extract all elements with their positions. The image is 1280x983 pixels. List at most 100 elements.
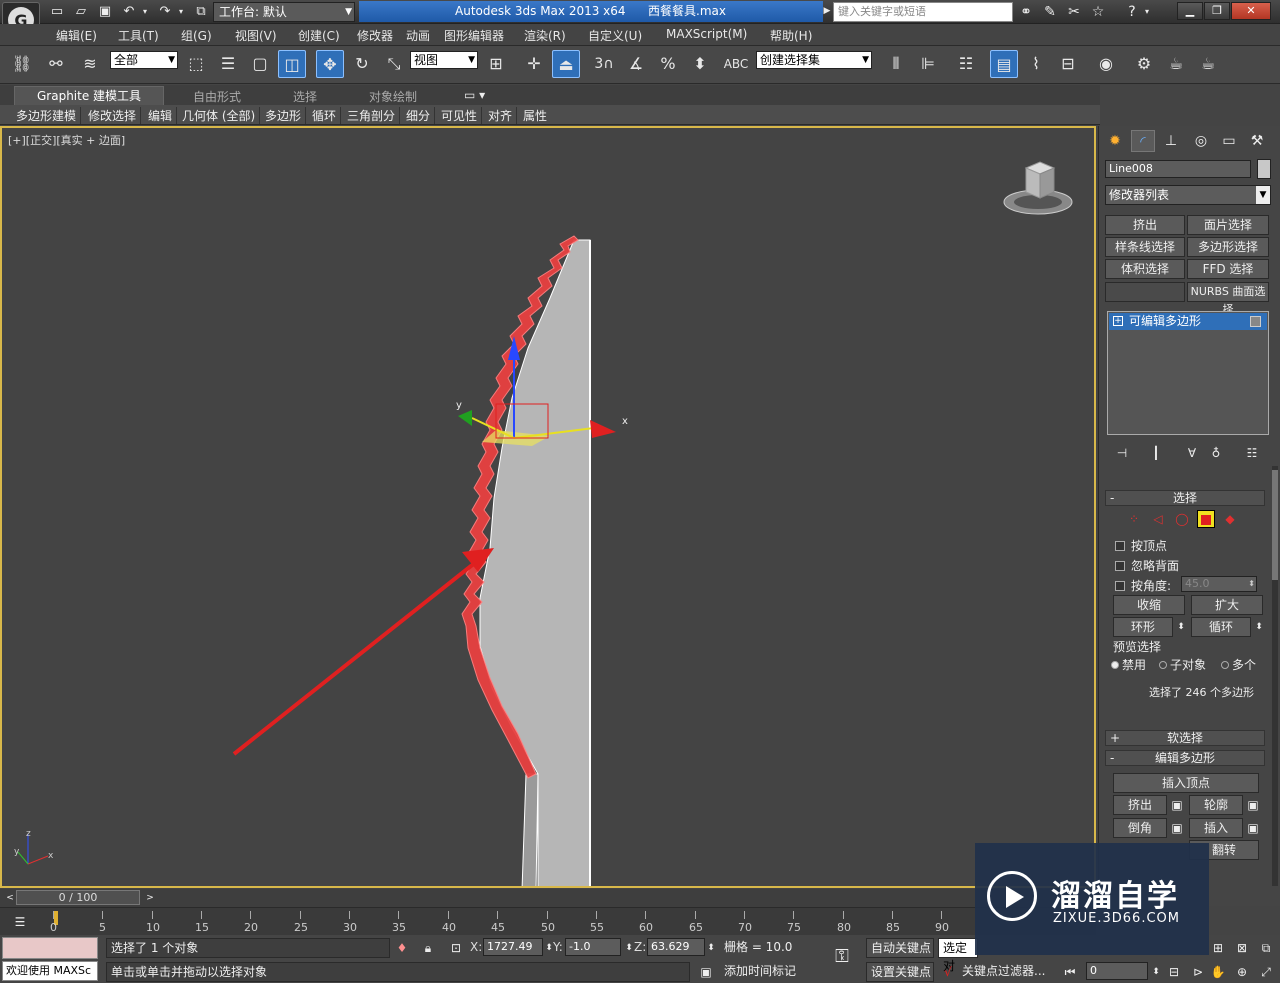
orbit-icon[interactable]: ⊕: [1234, 964, 1250, 980]
maxscript-listener-input[interactable]: [2, 937, 98, 959]
menu-maxscript[interactable]: MAXScript(M): [666, 27, 747, 41]
panel-edit[interactable]: 编辑: [148, 107, 178, 124]
select-object-icon[interactable]: ⬚: [182, 50, 210, 78]
field-of-view-icon[interactable]: ⊳: [1190, 964, 1206, 980]
maxscript-listener-output[interactable]: 欢迎使用 MAXSc: [2, 961, 98, 981]
x-coord-field[interactable]: 1727.49: [483, 938, 543, 956]
menu-create[interactable]: 创建(C): [298, 27, 340, 44]
panel-properties[interactable]: 属性: [523, 107, 551, 124]
menu-edit[interactable]: 编辑(E): [56, 27, 97, 44]
volume-select-button[interactable]: 体积选择: [1105, 259, 1185, 279]
ignore-backfacing-checkbox[interactable]: 忽略背面: [1115, 557, 1179, 574]
select-by-name-icon[interactable]: ☰: [214, 50, 242, 78]
extrude-button[interactable]: 挤出: [1113, 795, 1167, 815]
inset-button[interactable]: 插入: [1189, 818, 1243, 838]
help-dropdown-icon[interactable]: ▾: [1142, 3, 1152, 21]
pan-view-icon[interactable]: ✋: [1210, 964, 1226, 980]
key-filter-curve-icon[interactable]: √: [940, 964, 956, 980]
tab-graphite-modeling[interactable]: Graphite 建模工具: [14, 86, 165, 105]
menu-customize[interactable]: 自定义(U): [588, 27, 642, 44]
selected-set-dropdown[interactable]: 选定对: [938, 938, 978, 973]
select-manipulate-icon[interactable]: ✛: [520, 50, 548, 78]
set-key-button[interactable]: 设置关键点: [866, 962, 934, 982]
menu-graph-editors[interactable]: 图形编辑器: [444, 27, 504, 44]
menu-tools[interactable]: 工具(T): [118, 27, 159, 44]
outline-button[interactable]: 轮廓: [1189, 795, 1243, 815]
ffd-select-button[interactable]: FFD 选择: [1187, 259, 1269, 279]
bevel-settings-icon[interactable]: ▣: [1169, 820, 1185, 836]
empty-modifier-button[interactable]: [1105, 282, 1185, 302]
set-key-icon[interactable]: ⚿: [830, 948, 854, 966]
communication-icon[interactable]: ✂: [1064, 3, 1084, 21]
current-frame-field[interactable]: 0: [1086, 962, 1148, 980]
hierarchy-tab-icon[interactable]: ⊥: [1159, 130, 1183, 152]
time-tag-icon[interactable]: ▣: [698, 964, 714, 980]
viewport-front[interactable]: [+][正交][真实 + 边面] x y z x y: [0, 126, 1096, 888]
selection-rollout-header[interactable]: - 选择: [1105, 490, 1265, 506]
pivot-center-icon[interactable]: ⊞: [482, 50, 510, 78]
spinner-arrows-icon[interactable]: ⬍: [1248, 577, 1255, 591]
nurbs-surface-select-button[interactable]: NURBS 曲面选择: [1187, 282, 1269, 316]
absolute-mode-icon[interactable]: ⊡: [448, 940, 464, 956]
edit-named-selection-icon[interactable]: ABC: [722, 50, 750, 78]
open-file-icon[interactable]: ▱: [72, 3, 90, 20]
menu-animation[interactable]: 动画: [406, 27, 430, 44]
insert-vertex-button[interactable]: 插入顶点: [1113, 773, 1259, 793]
isolate-selection-icon[interactable]: ♦: [394, 940, 410, 956]
command-panel-scrollbar[interactable]: [1272, 466, 1278, 886]
outline-settings-icon[interactable]: ▣: [1245, 797, 1261, 813]
material-editor-icon[interactable]: ◉: [1092, 50, 1120, 78]
project-folder-icon[interactable]: ⧉: [192, 3, 210, 20]
ring-spinner-icon[interactable]: ⬍: [1173, 619, 1189, 635]
object-name-field[interactable]: Line008: [1105, 160, 1251, 178]
selection-lock-icon[interactable]: 🔒︎: [420, 940, 436, 956]
panel-geometry-all[interactable]: 几何体 (全部): [182, 107, 261, 124]
pin-stack-icon[interactable]: ⊣: [1113, 446, 1131, 462]
panel-subdivision[interactable]: 细分: [406, 107, 436, 124]
display-tab-icon[interactable]: ▭: [1217, 130, 1241, 152]
rect-selection-region-icon[interactable]: ▢: [246, 50, 274, 78]
poly-select-button[interactable]: 多边形选择: [1187, 237, 1269, 257]
element-subobject-icon[interactable]: ◆: [1221, 510, 1239, 528]
next-frame-icon[interactable]: >: [142, 890, 158, 906]
redo-icon[interactable]: ↷: [156, 3, 174, 20]
percent-snap-icon[interactable]: %: [654, 50, 682, 78]
mini-curve-editor-icon[interactable]: ☰: [12, 914, 28, 930]
panel-tris[interactable]: 三角剖分: [347, 107, 401, 124]
window-crossing-icon[interactable]: ◫: [278, 50, 306, 78]
preview-disabled-radio[interactable]: 禁用: [1111, 656, 1146, 673]
tab-freeform[interactable]: 自由形式: [193, 88, 241, 105]
angle-spinner[interactable]: 45.0 ⬍: [1181, 576, 1257, 592]
select-and-link-icon[interactable]: ⛓: [8, 50, 36, 78]
z-coord-field[interactable]: 63.629: [647, 938, 705, 956]
scrollbar-thumb[interactable]: [1272, 470, 1278, 580]
schematic-view-icon[interactable]: ⊟: [1054, 50, 1082, 78]
menu-group[interactable]: 组(G): [181, 27, 212, 44]
add-time-tag[interactable]: 添加时间标记: [720, 962, 816, 982]
soft-selection-rollout-header[interactable]: + 软选择: [1105, 730, 1265, 746]
panel-poly-modeling[interactable]: 多边形建模: [16, 107, 82, 124]
zoom-region-icon[interactable]: ⧉: [1258, 940, 1274, 956]
configure-modifier-sets-icon[interactable]: ☷: [1243, 446, 1261, 462]
panel-align[interactable]: 对齐: [488, 107, 518, 124]
zoom-extents-icon[interactable]: ⊞: [1210, 940, 1226, 956]
layer-manager-icon[interactable]: ☷: [952, 50, 980, 78]
y-coord-field[interactable]: -1.0: [565, 938, 621, 956]
minimize-button[interactable]: ▁: [1177, 2, 1203, 20]
binoculars-icon[interactable]: ⚭: [1016, 3, 1036, 21]
time-config-icon[interactable]: ⊟: [1166, 964, 1182, 980]
panel-loops[interactable]: 循环: [312, 107, 342, 124]
grow-button[interactable]: 扩大: [1191, 595, 1263, 615]
maximize-button[interactable]: ❐: [1204, 2, 1230, 20]
search-expand-icon[interactable]: ▶: [822, 3, 832, 20]
workspace-dropdown[interactable]: 工作台: 默认 ▼: [213, 2, 355, 22]
tab-selection[interactable]: 选择: [293, 88, 317, 105]
undo-icon[interactable]: ↶: [120, 3, 138, 20]
key-filters-button[interactable]: 关键点过滤器...: [958, 962, 1050, 982]
zoom-all-icon[interactable]: ⊠: [1234, 940, 1250, 956]
render-setup-icon[interactable]: ⚙: [1130, 50, 1158, 78]
viewcube[interactable]: [1000, 158, 1076, 218]
by-vertex-checkbox[interactable]: 按顶点: [1115, 537, 1167, 554]
extrude-settings-icon[interactable]: ▣: [1169, 797, 1185, 813]
reference-coord-dropdown[interactable]: 视图 ▼: [410, 51, 478, 69]
